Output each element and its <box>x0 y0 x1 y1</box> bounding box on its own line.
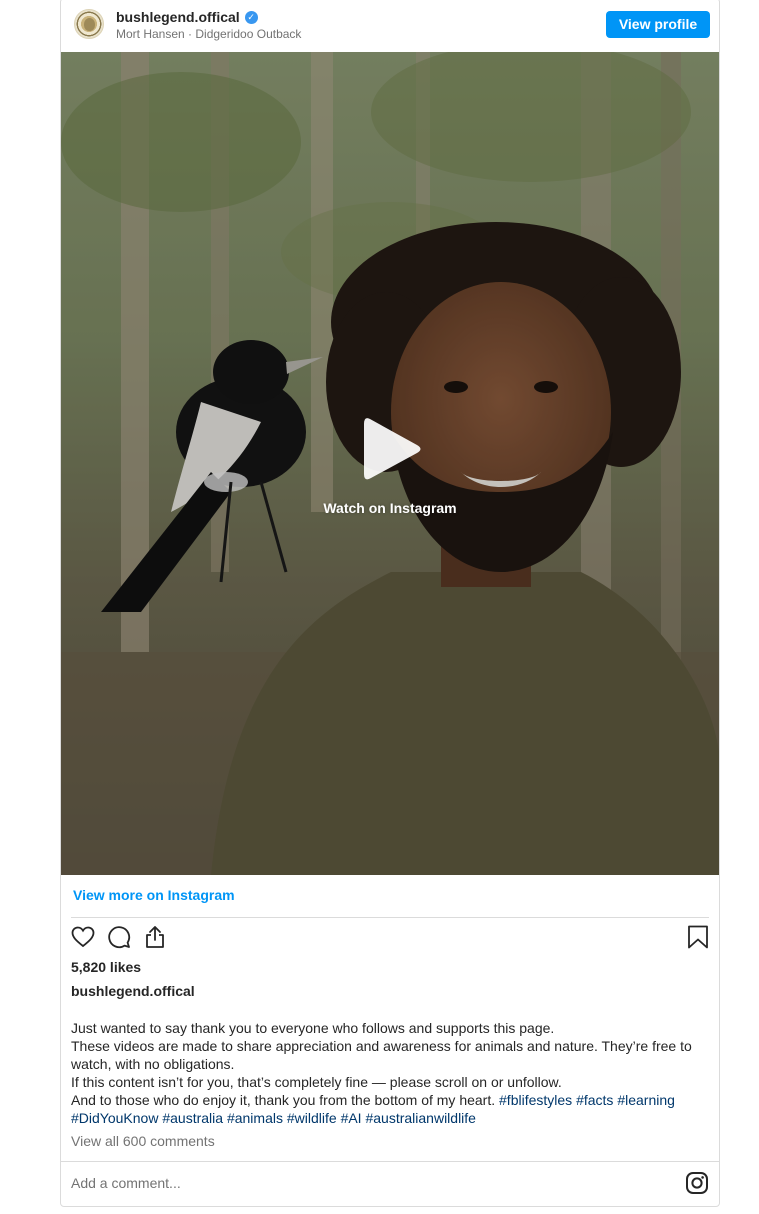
view-profile-button[interactable]: View profile <box>606 11 710 38</box>
post-caption: Just wanted to say thank you to everyone… <box>71 1019 711 1127</box>
hashtag-link[interactable]: #learning <box>617 1092 675 1108</box>
username-row: bushlegend.offical ✓ <box>116 9 258 25</box>
caption-line: Just wanted to say thank you to everyone… <box>71 1020 555 1036</box>
watch-on-instagram-label[interactable]: Watch on Instagram <box>61 500 719 516</box>
caption-line: And to those who do enjoy it, thank you … <box>71 1092 496 1108</box>
action-bar <box>61 923 719 957</box>
hashtag-link[interactable]: #AI <box>341 1110 362 1126</box>
hashtag-link[interactable]: #wildlife <box>287 1110 337 1126</box>
instagram-icon[interactable] <box>685 1171 709 1195</box>
verified-badge-icon: ✓ <box>244 10 258 24</box>
video-overlay[interactable]: Watch on Instagram <box>61 52 719 875</box>
hashtag-link[interactable]: #animals <box>227 1110 283 1126</box>
caption-username[interactable]: bushlegend.offical <box>71 983 195 999</box>
caption-line: These videos are made to share appreciat… <box>71 1038 692 1072</box>
bookmark-icon[interactable] <box>687 925 709 949</box>
divider <box>61 1161 719 1162</box>
heart-icon[interactable] <box>71 925 95 949</box>
caption-line: If this content isn’t for you, that’s co… <box>71 1074 562 1090</box>
divider <box>71 917 709 918</box>
add-comment-input[interactable]: Add a comment... <box>71 1175 181 1191</box>
view-more-on-instagram-link[interactable]: View more on Instagram <box>73 887 235 903</box>
comment-icon[interactable] <box>107 925 131 949</box>
hashtag-link[interactable]: #australianwildlife <box>365 1110 476 1126</box>
play-icon[interactable] <box>362 416 422 482</box>
hashtag-link[interactable]: #fblifestyles <box>499 1092 572 1108</box>
video-thumbnail[interactable]: Watch on Instagram <box>61 52 719 875</box>
profile-subline: Mort Hansen · Didgeridoo Outback <box>116 27 302 41</box>
hashtag-link[interactable]: #DidYouKnow <box>71 1110 158 1126</box>
hashtag-link[interactable]: #australia <box>162 1110 223 1126</box>
caption-line-with-tags: And to those who do enjoy it, thank you … <box>71 1091 711 1127</box>
hashtag-link[interactable]: #facts <box>576 1092 613 1108</box>
view-all-comments-link[interactable]: View all 600 comments <box>71 1133 215 1149</box>
username-link[interactable]: bushlegend.offical <box>116 9 240 25</box>
share-icon[interactable] <box>143 925 167 949</box>
instagram-embed-card: bushlegend.offical ✓ Mort Hansen · Didge… <box>60 0 720 1207</box>
profile-avatar[interactable] <box>74 9 104 39</box>
post-header: bushlegend.offical ✓ Mort Hansen · Didge… <box>61 0 719 52</box>
like-count[interactable]: 5,820 likes <box>71 959 141 975</box>
